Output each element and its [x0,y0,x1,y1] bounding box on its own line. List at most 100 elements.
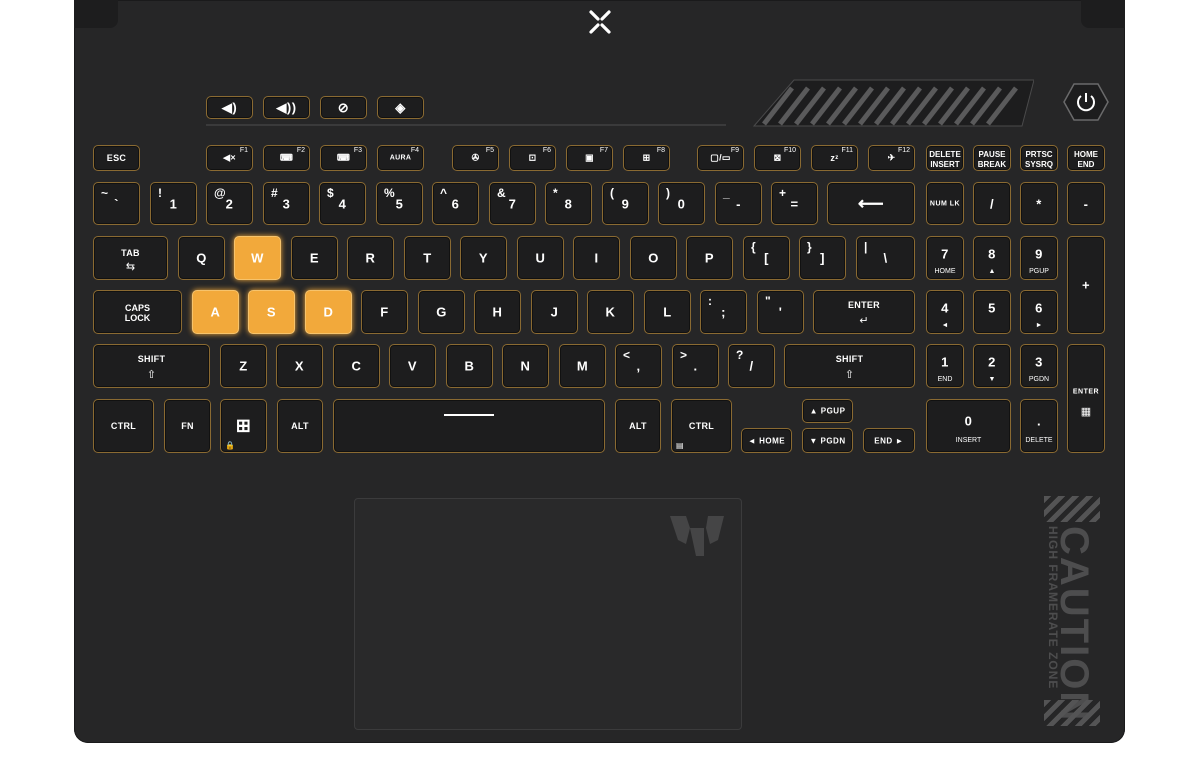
key-equals[interactable]: + = [771,182,818,225]
key-4[interactable]: $4 [319,182,366,225]
key-comma[interactable]: <, [615,344,662,388]
key-6[interactable]: ^ 6 [432,182,479,225]
key-f[interactable]: F [361,290,408,334]
f6-key[interactable]: F6 ⊡ [509,145,556,171]
left-alt-key[interactable]: ALT [277,399,323,453]
key-l[interactable]: L [644,290,691,334]
key-n[interactable]: N [502,344,549,388]
key-right-bracket[interactable]: }] [799,236,846,280]
key-v[interactable]: V [389,344,436,388]
numpad-5-key[interactable]: 5 [973,290,1011,334]
key-a[interactable]: A [192,290,239,334]
key-w[interactable]: W [234,236,281,280]
f11-key[interactable]: F11 zᶻ [811,145,858,171]
power-button[interactable] [1062,82,1110,122]
numpad-slash-key[interactable]: / [973,182,1011,225]
key-h[interactable]: H [474,290,521,334]
f12-key[interactable]: F12 ✈ [868,145,915,171]
key-7[interactable]: & 7 [489,182,536,225]
home-end-key[interactable]: HOME END [1067,145,1105,171]
key-q[interactable]: Q [178,236,225,280]
numpad-7-key[interactable]: 7 HOME [926,236,964,280]
pause-break-key[interactable]: PAUSE BREAK [973,145,1011,171]
tab-key[interactable]: TAB ⇆ [93,236,168,280]
key-d[interactable]: D [305,290,352,334]
key-left-bracket[interactable]: {[ [743,236,790,280]
key-k[interactable]: K [587,290,634,334]
right-ctrl-key[interactable]: CTRL ▤ [671,399,732,453]
key-i[interactable]: I [573,236,620,280]
key-8[interactable]: * 8 [545,182,592,225]
key-r[interactable]: R [347,236,394,280]
f4-key[interactable]: F4 AURA [377,145,424,171]
f10-key[interactable]: F10 ⊠ [754,145,801,171]
mic-mute-key[interactable]: ⊘ [320,96,367,119]
f3-key[interactable]: F3 ⌨ [320,145,367,171]
delete-insert-key[interactable]: DELETE INSERT [926,145,964,171]
numpad-4-key[interactable]: 4 ◄ [926,290,964,334]
end-arrow-key[interactable]: END ► [863,428,915,453]
key-g[interactable]: G [418,290,465,334]
key-o[interactable]: O [630,236,677,280]
key-slash[interactable]: ? / [728,344,775,388]
key-y[interactable]: Y [460,236,507,280]
f9-key[interactable]: F9 ▢/▭ [697,145,744,171]
numpad-dot-key[interactable]: . DELETE [1020,399,1058,453]
numpad-enter-key[interactable]: ENTER ▦ [1067,344,1105,453]
key-z[interactable]: Z [220,344,267,388]
key-j[interactable]: J [531,290,578,334]
key-p[interactable]: P [686,236,733,280]
volume-up-key[interactable]: ◀)) [263,96,310,119]
key-c[interactable]: C [333,344,380,388]
volume-down-key[interactable]: ◀) [206,96,253,119]
key-3[interactable]: #3 [263,182,310,225]
caps-lock-key[interactable]: CAPS LOCK [93,290,182,334]
numpad-6-key[interactable]: 6 ► [1020,290,1058,334]
numpad-plus-key[interactable]: + [1067,236,1105,334]
enter-key[interactable]: ENTER ↵ [813,290,915,334]
key-9[interactable]: (9 [602,182,649,225]
numpad-minus-key[interactable]: - [1067,182,1105,225]
left-ctrl-key[interactable]: CTRL [93,399,154,453]
esc-key[interactable]: ESC [93,145,140,171]
f5-key[interactable]: F5 ✇ [452,145,499,171]
key-backslash[interactable]: | \ [856,236,915,280]
spacebar[interactable] [333,399,605,453]
key-s[interactable]: S [248,290,295,334]
key-minus[interactable]: _ - [715,182,762,225]
key-b[interactable]: B [446,344,493,388]
numpad-8-key[interactable]: 8 ▲ [973,236,1011,280]
key-2[interactable]: @2 [206,182,253,225]
numpad-1-key[interactable]: 1 END [926,344,964,388]
left-shift-key[interactable]: SHIFT ⇧ [93,344,210,388]
f7-key[interactable]: F7 ▣ [566,145,613,171]
key-x[interactable]: X [276,344,323,388]
key-1[interactable]: ! 1 [150,182,197,225]
numpad-0-key[interactable]: 0 INSERT [926,399,1011,453]
prtsc-sysrq-key[interactable]: PRTSC SYSRQ [1020,145,1058,171]
pgdn-arrow-key[interactable]: ▼ PGDN [802,428,853,453]
numpad-star-key[interactable]: * [1020,182,1058,225]
f2-key[interactable]: F2 ⌨ [263,145,310,171]
numpad-3-key[interactable]: 3 PGDN [1020,344,1058,388]
numpad-9-key[interactable]: 9 PGUP [1020,236,1058,280]
f8-key[interactable]: F8 ⊞ [623,145,670,171]
backspace-key[interactable]: ⟵ [827,182,915,225]
fn-key[interactable]: FN [164,399,211,453]
key-e[interactable]: E [291,236,338,280]
key-semicolon[interactable]: :; [700,290,747,334]
key-quote[interactable]: " ' [757,290,804,334]
key-t[interactable]: T [404,236,451,280]
armoury-crate-key[interactable]: ◈ [377,96,424,119]
right-alt-key[interactable]: ALT [615,399,661,453]
key-backtick[interactable]: ~ ` [93,182,140,225]
numlock-key[interactable]: NUM LK [926,182,964,225]
home-arrow-key[interactable]: ◄ HOME [741,428,792,453]
key-5[interactable]: % 5 [376,182,423,225]
windows-key[interactable]: ⊞ 🔒 [220,399,267,453]
key-u[interactable]: U [517,236,564,280]
key-period[interactable]: >. [672,344,719,388]
f1-key[interactable]: F1 ◀× [206,145,253,171]
pgup-arrow-key[interactable]: ▲ PGUP [802,399,853,423]
key-m[interactable]: M [559,344,606,388]
